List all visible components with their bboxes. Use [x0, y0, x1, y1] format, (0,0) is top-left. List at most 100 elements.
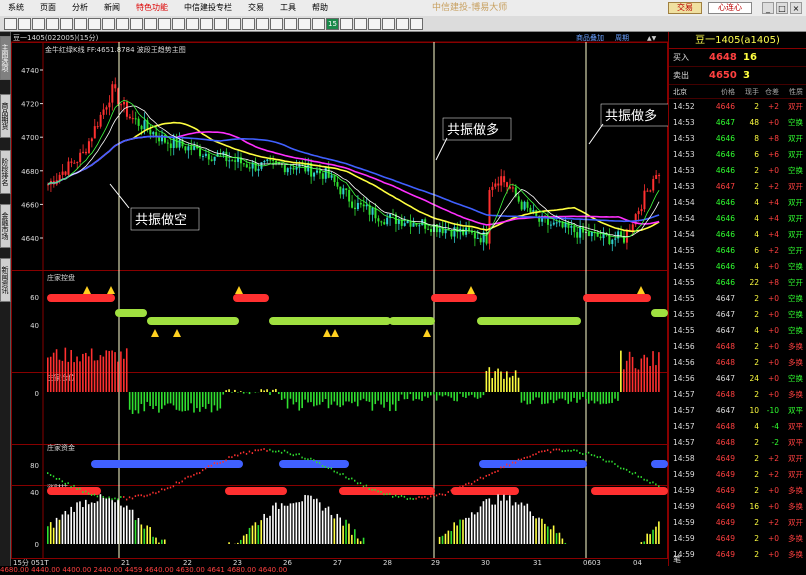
money-bar: [292, 503, 295, 544]
capital-dot: [175, 481, 178, 484]
menu-tools[interactable]: 工具: [272, 0, 304, 16]
capital-band: [479, 460, 587, 468]
tick-price: 4646: [715, 134, 735, 143]
menu-trade[interactable]: 交易: [240, 0, 272, 16]
candle-body: [643, 190, 646, 210]
tick-oi: +0: [767, 358, 779, 367]
toolbar-button[interactable]: [60, 18, 73, 30]
side-tab-finance[interactable]: 金融市场: [0, 204, 11, 248]
minimize-icon[interactable]: _: [762, 2, 774, 14]
position-bar: [497, 368, 499, 392]
toolbar-button[interactable]: [312, 18, 325, 30]
position-bar: [342, 392, 344, 406]
side-tab-main[interactable]: 主图选项: [0, 36, 11, 80]
candle-body: [190, 146, 193, 150]
side-tab-commodity[interactable]: 商品期货: [0, 94, 11, 138]
capital-dot: [52, 475, 55, 478]
chart-canvas[interactable]: 豆一1405(022005)(15分) 商品叠加 周期 ▲▼ 金牛红绿K线 FF:465…: [11, 32, 668, 566]
tick-nature: 多换: [788, 390, 803, 399]
toolbar-button[interactable]: [158, 18, 171, 30]
tick-oi: +0: [767, 166, 779, 175]
menu-page[interactable]: 页面: [32, 0, 64, 16]
menu-special[interactable]: 特色功能: [128, 0, 176, 16]
toolbar-button[interactable]: [186, 18, 199, 30]
toolbar-button[interactable]: [284, 18, 297, 30]
toolbar-button[interactable]: [214, 18, 227, 30]
toolbar-button[interactable]: [18, 18, 31, 30]
toolbar-button[interactable]: [396, 18, 409, 30]
position-bar: [479, 392, 482, 398]
toolbar-button[interactable]: [4, 18, 17, 30]
toolbar-button[interactable]: [32, 18, 45, 30]
capital-dot: [593, 454, 596, 457]
capital-dot: [280, 451, 283, 454]
toolbar-button[interactable]: [354, 18, 367, 30]
heart-connect-button[interactable]: 心连心: [708, 2, 752, 14]
toolbar-button[interactable]: [130, 18, 143, 30]
candle-body: [658, 175, 661, 177]
money-bar: [245, 534, 248, 544]
side-tab-news[interactable]: 新闻资讯: [0, 258, 11, 302]
candle-body: [620, 231, 623, 236]
capital-dot: [339, 473, 341, 476]
toolbar-button[interactable]: [102, 18, 115, 30]
capital-dot: [400, 495, 403, 497]
warning-icon: [423, 329, 431, 337]
tick-volume: 2: [754, 102, 759, 111]
candle-body: [254, 162, 257, 171]
menu-analysis[interactable]: 分析: [64, 0, 96, 16]
money-bar: [123, 507, 125, 544]
close-icon[interactable]: ×: [790, 2, 802, 14]
toolbar-button[interactable]: [200, 18, 213, 30]
trade-button[interactable]: 交易: [668, 2, 702, 14]
menu-system[interactable]: 系统: [0, 0, 32, 16]
menu-column[interactable]: 中信建投专栏: [176, 0, 240, 16]
position-bar: [196, 392, 198, 409]
money-bar: [117, 500, 119, 544]
tick-price: 4647: [715, 118, 735, 127]
toolbar-button[interactable]: [88, 18, 101, 30]
money-bar: [143, 528, 146, 544]
position-bar: [424, 392, 426, 397]
chart-area[interactable]: 豆一1405(022005)(15分) 商品叠加 周期 ▲▼ 金牛红绿K线 FF:465…: [11, 32, 668, 566]
toolbar-button[interactable]: [74, 18, 87, 30]
capital-dot: [450, 489, 452, 492]
toolbar-button[interactable]: [382, 18, 395, 30]
tick-table[interactable]: 14:52 4646 2 +2 双开 14:53 4647 48 +0 空换 14:53 4646 8 +…: [669, 99, 806, 575]
position-bar: [541, 392, 543, 405]
position-bar: [438, 392, 441, 396]
toolbar-button[interactable]: [256, 18, 269, 30]
tick-volume: 4: [754, 262, 759, 271]
money-bar: [146, 525, 149, 544]
toolbar-button[interactable]: [228, 18, 241, 30]
position-bar: [427, 392, 429, 398]
candle-body: [377, 218, 380, 222]
candle-body: [637, 211, 640, 215]
capital-dot: [628, 471, 631, 473]
menu-news[interactable]: 新闻: [96, 0, 128, 16]
candle-body: [73, 162, 76, 164]
toolbar-button[interactable]: [298, 18, 311, 30]
toolbar-button[interactable]: [340, 18, 353, 30]
menu-help[interactable]: 帮助: [304, 0, 336, 16]
position-bar: [494, 371, 496, 392]
toolbar-button[interactable]: [368, 18, 381, 30]
toolbar-button[interactable]: [410, 18, 423, 30]
side-tab-rank[interactable]: 阶段排名: [0, 150, 11, 194]
toolbar-button[interactable]: [144, 18, 157, 30]
capital-dot: [47, 472, 49, 475]
capital-dot: [90, 494, 93, 496]
position-bar: [131, 392, 134, 414]
maximize-icon[interactable]: □: [776, 2, 788, 14]
toolbar-button[interactable]: [116, 18, 129, 30]
period-15-button[interactable]: 15: [326, 18, 339, 30]
toolbar-button[interactable]: [46, 18, 59, 30]
toolbar-button[interactable]: [172, 18, 185, 30]
toolbar-button[interactable]: [242, 18, 255, 30]
toolbar-button[interactable]: [270, 18, 283, 30]
candle-body: [210, 159, 213, 161]
position-bar: [418, 392, 420, 400]
candle-body: [111, 84, 114, 103]
tick-tab[interactable]: 笔: [673, 554, 681, 565]
tick-volume: 4: [754, 230, 759, 239]
